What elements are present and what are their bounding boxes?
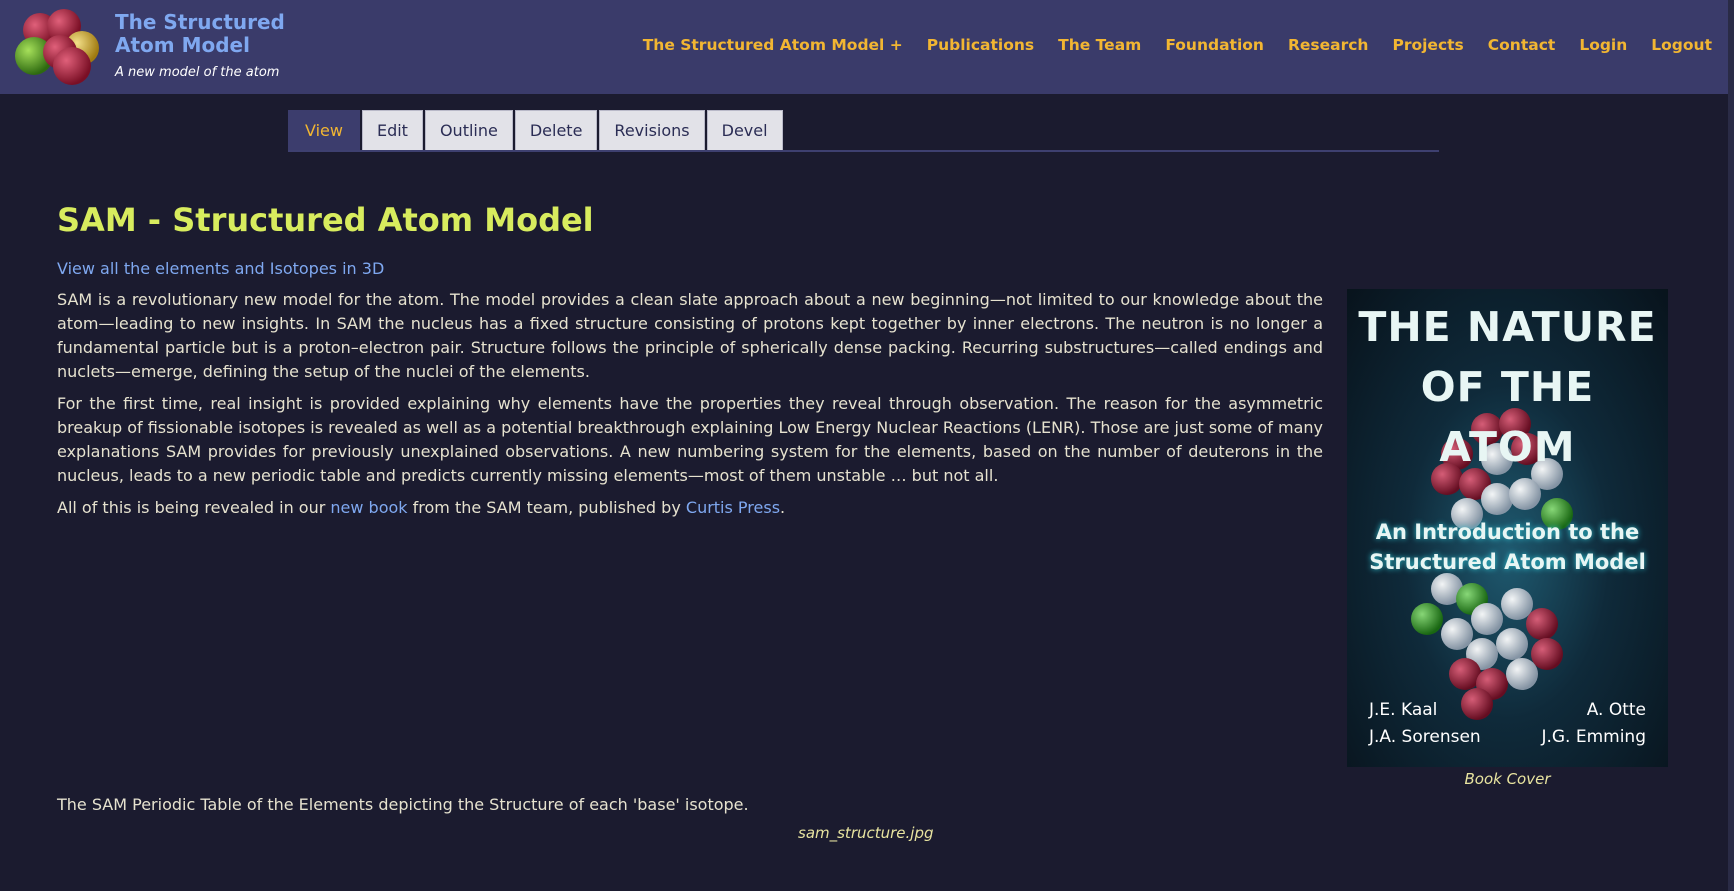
body-text: SAM is a revolutionary new model for the… (57, 288, 1323, 528)
nav-item-structured-atom-model[interactable]: The Structured Atom Model + (643, 36, 903, 54)
view-elements-3d-link[interactable]: View all the elements and Isotopes in 3D (57, 259, 384, 278)
site-header: The Structured Atom Model A new model of… (0, 0, 1734, 94)
book-author-kaal: J.E. Kaal (1369, 700, 1438, 720)
tab-view[interactable]: View (288, 110, 360, 150)
atom-logo[interactable] (12, 8, 106, 88)
book-subtitle-line-1: An Introduction to the (1375, 520, 1640, 544)
nav-item-research[interactable]: Research (1288, 36, 1369, 54)
insight-paragraph: For the first time, real insight is prov… (57, 394, 1323, 485)
tab-outline[interactable]: Outline (424, 110, 513, 150)
page-title: SAM - Structured Atom Model (57, 201, 594, 239)
nav-item-foundation[interactable]: Foundation (1165, 36, 1264, 54)
nav-item-login[interactable]: Login (1579, 36, 1627, 54)
book-cover-caption: Book Cover (1464, 770, 1551, 788)
book-author-emming: J.G. Emming (1541, 727, 1646, 747)
book-subtitle-line-2: Structured Atom Model (1369, 550, 1646, 574)
book-paragraph: All of this is being revealed in our new… (57, 496, 1323, 520)
book-title-line-1: THE NATURE (1358, 303, 1657, 351)
nav-item-logout[interactable]: Logout (1651, 36, 1712, 54)
main-nav: The Structured Atom Model + Publications… (643, 36, 1712, 54)
tab-delete[interactable]: Delete (514, 110, 598, 150)
scrollbar[interactable] (1728, 0, 1734, 891)
nav-item-publications[interactable]: Publications (927, 36, 1034, 54)
periodic-table-description: The SAM Periodic Table of the Elements d… (57, 795, 749, 814)
book-paragraph-text-end: . (780, 498, 786, 517)
tab-edit[interactable]: Edit (361, 110, 423, 150)
tab-revisions[interactable]: Revisions (599, 110, 705, 150)
nav-item-projects[interactable]: Projects (1392, 36, 1463, 54)
tab-devel[interactable]: Devel (706, 110, 783, 150)
book-title: THE NATURE OF THE ATOM (1347, 297, 1668, 477)
book-cover-image[interactable]: THE NATURE OF THE ATOM An Introduction to… (1347, 289, 1668, 767)
nav-item-contact[interactable]: Contact (1488, 36, 1556, 54)
curtis-press-link[interactable]: Curtis Press (686, 498, 780, 517)
local-tasks-tabs: View Edit Outline Delete Revisions Devel (288, 110, 1439, 152)
book-paragraph-text-middle: from the SAM team, published by (407, 498, 686, 517)
periodic-image-caption: sam_structure.jpg (798, 824, 934, 842)
new-book-link[interactable]: new book (330, 498, 407, 517)
book-author-otte: A. Otte (1586, 700, 1646, 720)
nav-item-the-team[interactable]: The Team (1058, 36, 1141, 54)
book-paragraph-text: All of this is being revealed in our (57, 498, 331, 517)
book-title-line-2: OF THE ATOM (1420, 363, 1595, 471)
book-subtitle: An Introduction to the Structured Atom Mo… (1347, 517, 1668, 577)
site-slogan: A new model of the atom (115, 65, 280, 80)
intro-paragraph: SAM is a revolutionary new model for the… (57, 290, 1323, 381)
site-title[interactable]: The Structured Atom Model (115, 11, 295, 57)
book-author-sorensen: J.A. Sorensen (1369, 727, 1481, 747)
